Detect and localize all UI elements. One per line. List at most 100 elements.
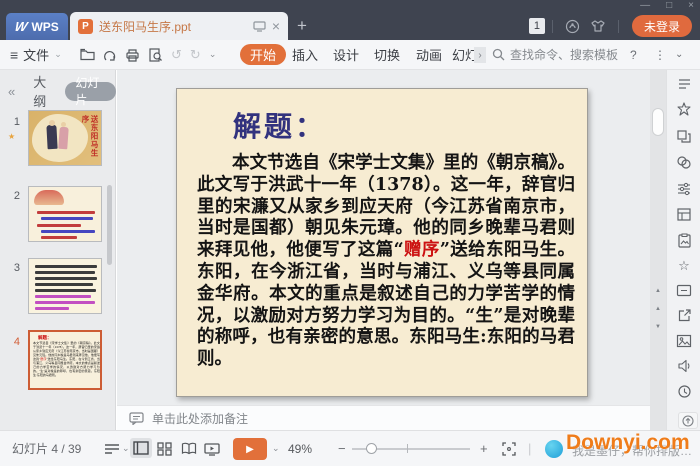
zoom-slider-handle[interactable]	[366, 443, 377, 454]
mini-slide-title: 解题：	[38, 335, 52, 340]
tab-outline[interactable]: 大纲	[33, 72, 55, 110]
slideshow-icon	[204, 442, 220, 456]
tab-transitions[interactable]: 切换	[374, 40, 400, 69]
slideshow-setup-button[interactable]	[204, 431, 220, 466]
shapes-icon[interactable]	[676, 155, 692, 170]
slide4-mini-content: 解题： 本文节选自《宋学士文集》里的《朝京稿》。此文写于洪武十一年（1378）。…	[33, 335, 102, 377]
zoom-in-button[interactable]: +	[480, 431, 488, 466]
skin-theme-icon[interactable]	[590, 19, 606, 33]
reading-view-icon	[181, 442, 197, 455]
command-search[interactable]	[492, 40, 632, 69]
slide-number: 2	[13, 190, 20, 202]
statusbar-divider: |	[528, 441, 532, 456]
zoom-out-button[interactable]: −	[338, 431, 346, 466]
assistant-avatar[interactable]	[545, 440, 563, 458]
slide-title[interactable]: 解题：	[233, 105, 326, 145]
ribbon-bar: ≡ 文件 ⌄ ↺ ↻ ⌄ 开始 插入 设计 切换 动画 幻灯片 ›	[0, 40, 700, 70]
slide-thumbnail-1[interactable]: 送东阳马生序	[28, 110, 102, 166]
scroll-down-icon[interactable]: ▲	[650, 288, 666, 295]
slide-body-text[interactable]: 本文节选自《宋学士文集》里的《朝京稿》。此文写于洪武十一年（1378）。这一年，…	[197, 153, 575, 371]
bell-icon[interactable]	[565, 19, 580, 34]
qat-more-icon[interactable]: ⌄	[209, 49, 217, 60]
history-clock-icon[interactable]	[677, 384, 692, 399]
play-options-caret[interactable]: ⌄	[272, 431, 280, 466]
command-search-input[interactable]	[510, 47, 632, 62]
properties-sliders-icon[interactable]	[676, 181, 692, 196]
slide-sorter-view-button[interactable]	[157, 431, 172, 466]
file-menu-label: 文件	[23, 48, 50, 63]
file-menu-button[interactable]: ≡ 文件 ⌄	[10, 40, 62, 69]
favorites-star-icon[interactable]: ☆	[678, 259, 690, 273]
slide-thumbnail-2[interactable]	[28, 186, 102, 242]
quick-access-toolbar: ↺ ↻ ⌄	[80, 40, 216, 69]
figure-head	[49, 120, 55, 126]
collapse-panel-icon[interactable]: «	[8, 84, 15, 99]
ribbon-more-button[interactable]: ⋮	[654, 40, 666, 69]
share-icon[interactable]	[677, 308, 692, 323]
chevron-right-icon: ›	[478, 49, 482, 61]
undo-icon[interactable]: ↺	[171, 47, 182, 63]
expand-panel-button[interactable]	[678, 412, 698, 429]
task-list-icon[interactable]	[677, 76, 692, 91]
reading-view-button[interactable]	[181, 431, 197, 466]
slide-thumbnail-panel: « 大纲 幻灯片 1 ★ 送东阳马生序 2 3 4 解题： 本文节选自《宋学士文…	[0, 70, 116, 430]
normal-view-button[interactable]	[130, 438, 152, 458]
vertical-scrollbar[interactable]: ▲ ▲ ▼	[650, 70, 666, 430]
tab-design[interactable]: 设计	[333, 40, 359, 69]
slide-thumbnail-4-selected[interactable]: 解题： 本文节选自《宋学士文集》里的《朝京稿》。此文写于洪武十一年（1378）。…	[28, 330, 102, 390]
document-tab-title: 送东阳马生序.ppt	[99, 19, 192, 34]
notes-placeholder: 单击此处添加备注	[152, 411, 249, 426]
pin-tab-icon[interactable]	[253, 20, 266, 32]
document-count-badge[interactable]: 1	[528, 18, 545, 34]
figure-dark-robe	[46, 124, 58, 150]
window-maximize-button[interactable]: □	[666, 0, 672, 12]
right-tool-panel: ☆	[666, 70, 700, 430]
scrollbar-thumb[interactable]	[652, 108, 664, 136]
fit-to-window-button[interactable]	[502, 431, 516, 466]
next-slide-icon[interactable]: ▼	[650, 324, 666, 331]
play-icon: ▶	[246, 443, 254, 455]
print-icon[interactable]	[125, 48, 140, 62]
notes-toggle-button[interactable]: ⌄	[104, 431, 130, 466]
close-tab-icon[interactable]: ×	[272, 19, 280, 33]
selection-pane-icon[interactable]	[676, 207, 692, 222]
tab-slides[interactable]: 幻灯片	[65, 76, 116, 107]
slide-number-current: 4	[13, 336, 20, 348]
panel-scrollbar-thumb[interactable]	[107, 185, 112, 265]
redo-icon[interactable]: ↻	[190, 47, 201, 63]
window-minimize-button[interactable]: —	[640, 0, 650, 12]
animation-pane-icon[interactable]	[676, 129, 692, 144]
slide-thumbnail-3[interactable]	[28, 258, 102, 314]
window-close-button[interactable]: ×	[688, 0, 694, 12]
wps-home-tab[interactable]: W WPS	[6, 13, 68, 40]
help-button[interactable]: ?	[630, 40, 637, 69]
save-icon[interactable]	[80, 48, 95, 61]
export-pdf-icon[interactable]	[103, 48, 117, 62]
fan-image	[34, 190, 64, 205]
previous-slide-icon[interactable]: ▲	[650, 306, 666, 313]
smart-effects-icon[interactable]	[676, 102, 692, 118]
collapse-ribbon-button[interactable]: ⌄	[675, 40, 683, 69]
zoom-level[interactable]: 49%	[288, 431, 312, 466]
titlebar-divider	[551, 19, 553, 33]
image-icon[interactable]	[676, 334, 692, 348]
search-icon	[492, 48, 505, 61]
wps-presentation-window: — □ × W WPS P 送东阳马生序.ppt × + 1 未登录 ≡ 文件 …	[0, 0, 700, 466]
slide-canvas[interactable]: 解题： 本文节选自《宋学士文集》里的《朝京稿》。此文写于洪武十一年（1378）。…	[176, 88, 588, 397]
zoom-slider-tick	[407, 444, 408, 453]
print-preview-icon[interactable]	[148, 47, 163, 62]
play-slideshow-button[interactable]: ▶	[233, 438, 267, 460]
new-tab-button[interactable]: +	[297, 16, 307, 36]
text-box-icon[interactable]	[676, 284, 692, 297]
ribbon-tab-scroll-button[interactable]: ›	[474, 47, 486, 63]
notes-bar[interactable]: 单击此处添加备注	[117, 405, 650, 430]
login-button[interactable]: 未登录	[631, 15, 692, 37]
tab-home[interactable]: 开始	[240, 44, 287, 65]
document-tab[interactable]: P 送东阳马生序.ppt ×	[70, 12, 288, 40]
tab-insert[interactable]: 插入	[292, 40, 318, 69]
clipboard-image-icon[interactable]	[677, 233, 692, 248]
fit-screen-icon	[502, 441, 516, 456]
audio-speaker-icon[interactable]	[677, 359, 692, 373]
tab-animation[interactable]: 动画	[416, 40, 442, 69]
wps-tab-label: WPS	[31, 19, 59, 34]
